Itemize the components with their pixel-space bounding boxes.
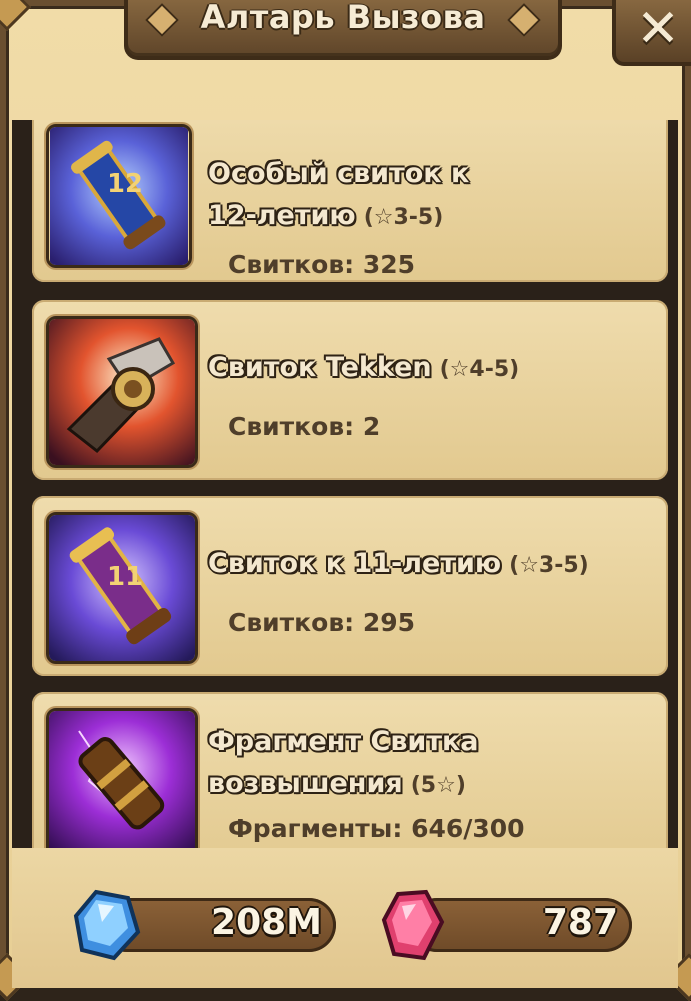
scroll-12th-anniversary-icon: 12 [46, 124, 192, 268]
item-count: Свитков: 325 [228, 250, 416, 279]
svg-text:12: 12 [107, 169, 143, 199]
red-gem-icon [381, 889, 445, 961]
item-count: Свитков: 2 [228, 412, 381, 441]
crystal-value: 208M [211, 902, 322, 943]
item-name-line: Свиток Tekken (☆4-5) [208, 352, 520, 383]
blue-crystal-icon [73, 889, 141, 961]
tekken-scroll-icon [46, 316, 198, 468]
ascension-scroll-fragment-icon [46, 708, 198, 848]
item-name: Особый свиток к [208, 158, 470, 189]
close-icon: ✕ [636, 0, 680, 59]
star-range: (5☆) [410, 773, 466, 798]
list-item[interactable]: 11 Свиток к 11-летию (☆3-5) Свитков: 295 [32, 496, 668, 676]
star-range: (☆3-5) [363, 205, 444, 230]
item-count: Свитков: 295 [228, 608, 416, 637]
scroll-list[interactable]: 12 Особый свиток к 12-летию (☆3-5) Свитко… [12, 120, 678, 848]
star-range: (☆3-5) [509, 553, 589, 578]
item-name-line2: 12-летию (☆3-5) [208, 200, 444, 231]
summon-altar-window: Алтарь Вызова ✕ 12 Особый свиток к 12-ле… [0, 0, 691, 1001]
title-plate: Алтарь Вызова [124, 0, 562, 60]
list-item[interactable]: 12 Особый свиток к 12-летию (☆3-5) Свитко… [32, 120, 668, 282]
svg-text:11: 11 [107, 562, 143, 592]
close-button[interactable]: ✕ [612, 0, 691, 66]
item-name-line: Свиток к 11-летию (☆3-5) [208, 548, 589, 579]
item-name-line2: возвышения (5☆) [208, 768, 466, 799]
scroll-11th-anniversary-icon: 11 [46, 512, 198, 664]
window-title: Алтарь Вызова [200, 0, 486, 36]
item-count: Фрагменты: 646/300 [228, 814, 525, 843]
item-name: Фрагмент Свитка [208, 726, 479, 757]
resource-footer: 208M 787 [12, 848, 678, 988]
list-item[interactable]: Свиток Tekken (☆4-5) Свитков: 2 [32, 300, 668, 480]
frame-corner [0, 0, 32, 32]
list-item[interactable]: Фрагмент Свитка возвышения (5☆) Фрагменты… [32, 692, 668, 848]
gem-value: 787 [542, 902, 618, 943]
star-range: (☆4-5) [439, 357, 520, 382]
